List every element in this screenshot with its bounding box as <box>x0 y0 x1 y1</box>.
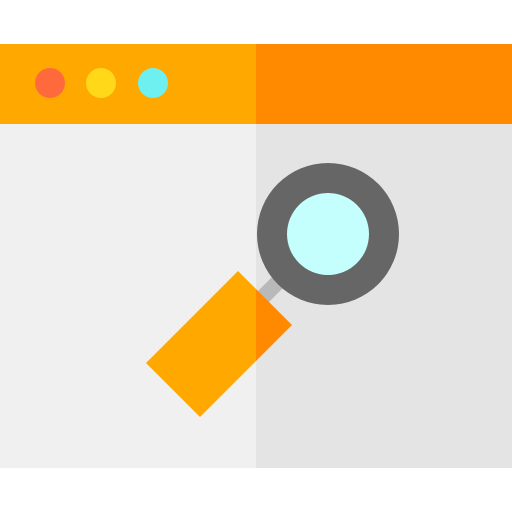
close-dot-icon <box>35 68 65 98</box>
title-bar <box>0 44 512 124</box>
magnifier-lens-glass <box>287 193 369 275</box>
title-bar-right <box>256 44 512 124</box>
browser-search-illustration <box>0 0 512 512</box>
maximize-dot-icon <box>138 68 168 98</box>
window-controls <box>35 68 168 98</box>
minimize-dot-icon <box>86 68 116 98</box>
browser-search-icon <box>0 44 512 468</box>
